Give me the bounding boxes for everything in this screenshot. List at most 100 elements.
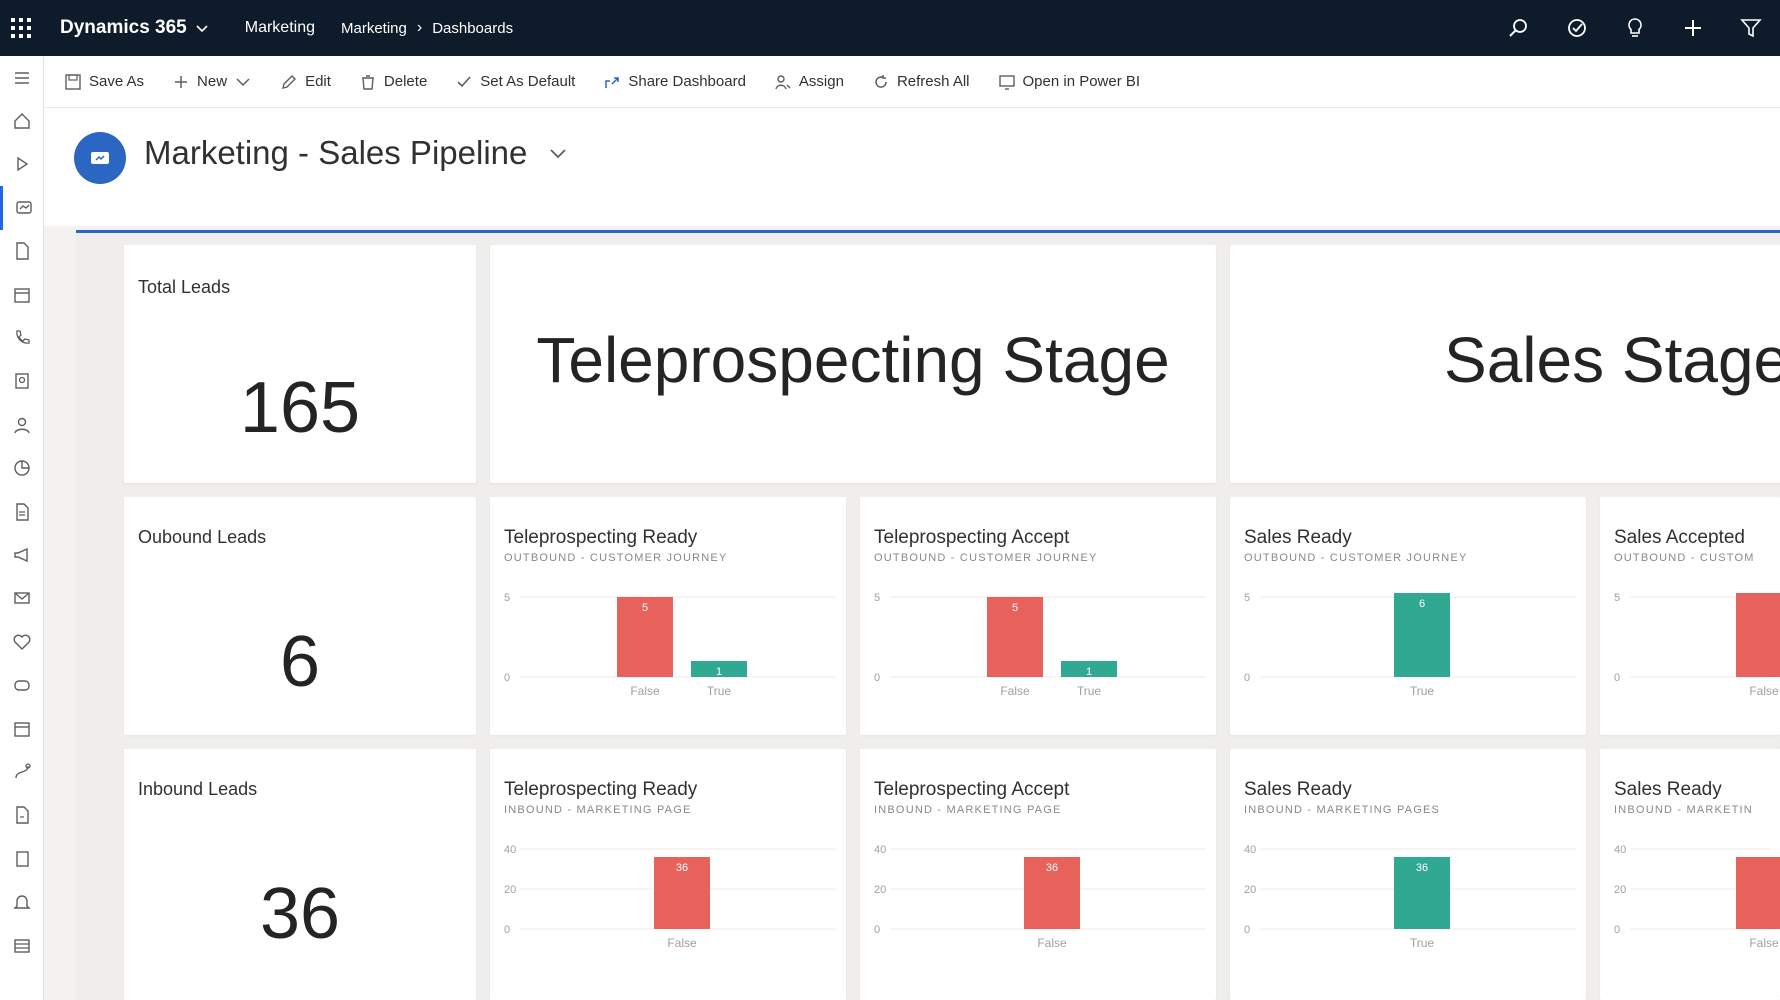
task-button[interactable]: [1548, 0, 1606, 56]
sidebar-item-journeys[interactable]: [0, 750, 44, 793]
sidebar-item-pages[interactable]: [0, 837, 44, 880]
assign-label: Assign: [798, 73, 844, 90]
bar-chart-svg: 0 20 40 36 False: [874, 844, 1206, 950]
sidebar-item-emails[interactable]: [0, 577, 44, 620]
product-switcher[interactable]: Dynamics 365: [60, 17, 209, 39]
event-icon: [14, 680, 30, 691]
chart-tile-sales-accepted-outbound[interactable]: Sales Accepted OUTBOUND - CUSTOM 0 5 False: [1600, 497, 1780, 735]
dashboard-icon: [15, 201, 32, 214]
bar-chart-svg: 0 5 5 False 1 True: [504, 592, 836, 698]
sidebar-item-events[interactable]: [0, 663, 44, 706]
y-tick-label: 5: [1614, 592, 1620, 604]
account-book-icon: [15, 373, 29, 390]
sidebar-item-segments[interactable]: [0, 447, 44, 490]
sidebar-item-health[interactable]: [0, 620, 44, 663]
chart-tile-teleprospecting-ready-outbound[interactable]: Teleprospecting Ready OUTBOUND - CUSTOME…: [490, 497, 846, 735]
breadcrumb-separator-icon: ›: [416, 19, 423, 36]
breadcrumb-item-marketing[interactable]: Marketing: [341, 20, 407, 37]
y-tick-label: 40: [1614, 844, 1626, 856]
tips-button[interactable]: [1606, 0, 1664, 56]
sidebar-item-accounts[interactable]: [0, 360, 44, 403]
open-in-power-bi-button[interactable]: Open in Power BI: [984, 56, 1155, 108]
y-tick-label: 0: [1244, 924, 1250, 936]
data-label: 1: [1086, 666, 1092, 678]
y-tick-label: 20: [1244, 884, 1256, 896]
stage-title: Teleprospecting Stage: [536, 324, 1170, 396]
sidebar-item-calendar[interactable]: [0, 273, 44, 316]
mail-icon: [14, 592, 30, 605]
chevron-down-icon[interactable]: [234, 73, 252, 91]
edit-button[interactable]: Edit: [266, 56, 345, 108]
y-tick-label: 0: [504, 672, 510, 684]
share-dashboard-button[interactable]: Share Dashboard: [589, 56, 760, 108]
refresh-all-button[interactable]: Refresh All: [858, 56, 984, 108]
set-as-default-button[interactable]: Set As Default: [441, 56, 589, 108]
x-category-label: False: [1749, 684, 1779, 698]
megaphone-icon: [14, 547, 28, 563]
sidebar-item-recent[interactable]: [0, 143, 44, 186]
data-label: 5: [1012, 602, 1018, 614]
data-label: 1: [716, 666, 722, 678]
sidebar-item-forms[interactable]: [0, 794, 44, 837]
sidebar-item-documents[interactable]: [0, 230, 44, 273]
bar-chart: 0 20 40 False: [1600, 837, 1780, 967]
delete-label: Delete: [383, 73, 428, 90]
y-tick-label: 40: [874, 844, 886, 856]
quick-create-button[interactable]: [1664, 0, 1722, 56]
heart-icon: [13, 634, 31, 650]
sidebar-item-schedule[interactable]: [0, 707, 44, 750]
sidebar-menu-toggle[interactable]: [0, 56, 44, 99]
chart-tile-sales-ready-inbound[interactable]: Sales Ready INBOUND - MARKETING PAGES 0 2…: [1230, 749, 1586, 1000]
y-tick-label: 20: [874, 884, 886, 896]
waffle-icon: [11, 18, 31, 38]
form-icon: [16, 806, 29, 825]
x-category-label: False: [1000, 684, 1030, 698]
delete-button[interactable]: Delete: [345, 56, 441, 108]
plus-icon: [175, 75, 188, 88]
share-icon: [605, 76, 620, 88]
kpi-tile-inbound-leads[interactable]: Inbound Leads 36: [124, 749, 476, 1000]
y-tick-label: 0: [874, 672, 880, 684]
hamburger-icon: [15, 71, 29, 84]
stage-title: Sales Stage: [1444, 324, 1780, 396]
app-launcher-button[interactable]: [0, 0, 42, 56]
dashboard-selector[interactable]: Marketing - Sales Pipeline: [144, 134, 569, 172]
report-icon: [14, 938, 30, 953]
breadcrumb-item-dashboards[interactable]: Dashboards: [432, 20, 513, 37]
chart-subtitle: INBOUND - MARKETING PAGE: [504, 804, 692, 816]
search-button[interactable]: [1490, 0, 1548, 56]
chart-tile-teleprospecting-accept-inbound[interactable]: Teleprospecting Accept INBOUND - MARKETI…: [860, 749, 1216, 1000]
chart-tile-sales-ready-inbound-2[interactable]: Sales Ready INBOUND - MARKETIN 0 20 40 Fals…: [1600, 749, 1780, 1000]
open-in-power-bi-label: Open in Power BI: [1022, 73, 1141, 90]
kpi-tile-outbound-leads[interactable]: Oubound Leads 6: [124, 497, 476, 735]
bar-chart-svg: 0 20 40 False: [1614, 844, 1780, 950]
sidebar-item-contacts[interactable]: [0, 403, 44, 446]
assign-button[interactable]: Assign: [760, 56, 858, 108]
sidebar-item-lists[interactable]: [0, 490, 44, 533]
sidebar-item-notifications[interactable]: [0, 880, 44, 923]
app-name[interactable]: Marketing: [245, 19, 315, 37]
refresh-all-label: Refresh All: [896, 73, 970, 90]
bar-false: [1736, 593, 1780, 677]
advanced-find-button[interactable]: [1722, 0, 1780, 56]
chevron-down-icon: [196, 25, 208, 33]
sidebar-item-phone-calls[interactable]: [0, 316, 44, 359]
calendar-alt-icon: [14, 721, 30, 737]
kpi-title: Inbound Leads: [138, 779, 258, 799]
kpi-tile-total-leads[interactable]: Total Leads 165: [124, 245, 476, 483]
sidebar-item-home[interactable]: [0, 99, 44, 142]
sidebar-item-reports[interactable]: [0, 924, 44, 967]
y-tick-label: 5: [1244, 592, 1250, 604]
new-button[interactable]: New: [158, 56, 266, 108]
dashboard-avatar-icon: [74, 132, 126, 184]
save-as-button[interactable]: Save As: [44, 56, 158, 108]
sidebar-item-campaigns[interactable]: [0, 533, 44, 576]
chevron-down-icon: [550, 149, 566, 159]
chart-tile-teleprospecting-ready-inbound[interactable]: Teleprospecting Ready INBOUND - MARKETIN…: [490, 749, 846, 1000]
chart-tile-teleprospecting-accept-outbound[interactable]: Teleprospecting Accept OUTBOUND - CUSTOM…: [860, 497, 1216, 735]
list-document-icon: [16, 502, 29, 521]
x-category-label: False: [1037, 936, 1067, 950]
chart-tile-sales-ready-outbound[interactable]: Sales Ready OUTBOUND - CUSTOMER JOURNEY …: [1230, 497, 1586, 735]
sidebar-item-dashboards[interactable]: [0, 186, 44, 230]
chart-subtitle: INBOUND - MARKETING PAGE: [874, 804, 1062, 816]
